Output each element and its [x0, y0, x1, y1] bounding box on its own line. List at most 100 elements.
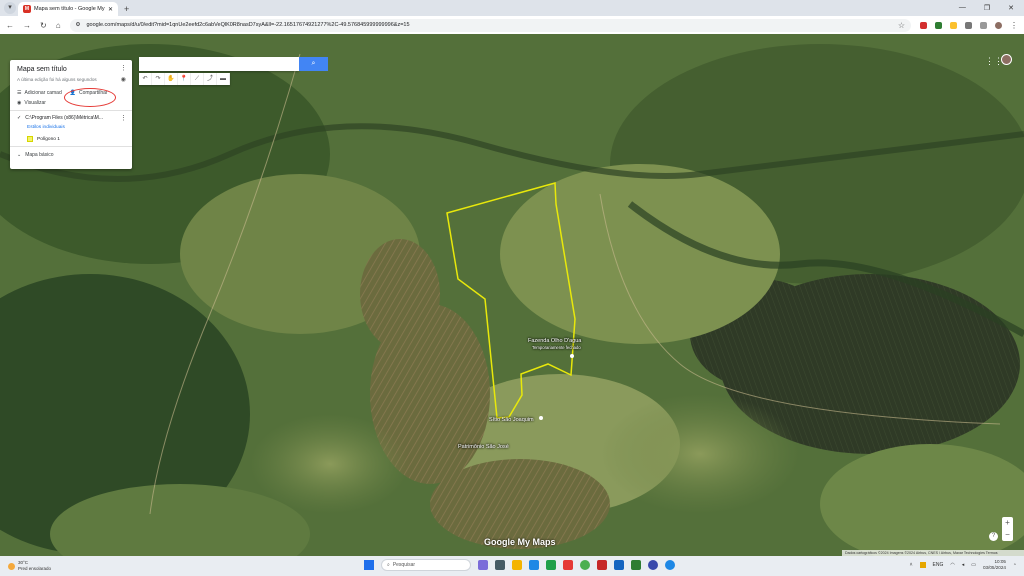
- close-tab-icon[interactable]: ✕: [108, 6, 113, 13]
- search-button[interactable]: ⌕: [299, 57, 328, 71]
- windows-start-icon[interactable]: [364, 560, 374, 570]
- place-pin-icon[interactable]: [570, 354, 574, 358]
- spotify-icon[interactable]: [546, 560, 556, 570]
- map-label-patrimonio[interactable]: Patrimônio São José: [458, 444, 509, 450]
- reload-icon[interactable]: ↻: [40, 21, 47, 30]
- individual-styles-link[interactable]: Estilos individuais: [27, 125, 125, 130]
- extension-yellow-icon[interactable]: [950, 21, 957, 29]
- layer-options-kebab-icon[interactable]: ⋮: [120, 114, 127, 122]
- weather-condition: Pred ensolarado: [18, 566, 52, 571]
- show-hidden-icon[interactable]: ˄: [910, 562, 913, 568]
- map-label-fazenda-status: Temporariamente fechado: [532, 345, 581, 350]
- draw-line-icon[interactable]: ⟋: [191, 73, 204, 85]
- clock[interactable]: 10:05 03/05/2024: [983, 559, 1006, 571]
- divider: [10, 110, 132, 111]
- map-imagery: [0, 34, 1024, 556]
- window-controls: — ❐ ✕: [959, 4, 1024, 16]
- copilot-icon[interactable]: [478, 560, 488, 570]
- url-text: google.com/maps/d/u/0/edit?mid=1qnUe2eef…: [86, 22, 410, 28]
- chevron-down-icon: ⌄: [17, 152, 22, 158]
- close-window-icon[interactable]: ✕: [1008, 4, 1014, 12]
- satellite-map[interactable]: [0, 34, 1024, 556]
- layers-icon: ☰: [17, 90, 22, 96]
- extension-puzzle-icon[interactable]: [965, 21, 972, 29]
- map-legend-panel: ⋮ Mapa sem título A última edição foi há…: [10, 60, 132, 169]
- map-options-kebab-icon[interactable]: ⋮: [120, 64, 127, 72]
- weather-widget[interactable]: 30°C Pred ensolarado: [0, 560, 51, 572]
- profile-avatar-icon[interactable]: [995, 21, 1002, 29]
- minimize-icon[interactable]: —: [959, 4, 966, 12]
- zoom-in-button[interactable]: +: [1002, 517, 1013, 529]
- windows-taskbar: 30°C Pred ensolarado ⌕ Pesquisar ˄ ENG ◠ ◂…: [0, 556, 1024, 576]
- highlight-circle: [64, 88, 116, 107]
- checkbox-checked-icon[interactable]: ✓: [17, 115, 21, 121]
- undo-icon[interactable]: ↶: [139, 73, 152, 85]
- word-icon[interactable]: [614, 560, 624, 570]
- search-icon: ⌕: [387, 562, 390, 568]
- marker-icon[interactable]: 📍: [178, 73, 191, 85]
- chrome-icon[interactable]: [580, 560, 590, 570]
- browser-toolbar: ← → ↻ ⌂ ⚙ google.com/maps/d/u/0/edit?mid…: [0, 16, 1024, 34]
- bookmark-star-icon[interactable]: ☆: [898, 21, 905, 30]
- polygon-item[interactable]: Polígono 1: [27, 136, 125, 142]
- notifications-icon[interactable]: ◔: [1013, 562, 1016, 568]
- task-view-icon[interactable]: [495, 560, 505, 570]
- zoom-controls: + −: [1002, 517, 1013, 541]
- new-tab-icon[interactable]: +: [124, 4, 129, 14]
- map-toolbar: ↶ ↷ ✋ 📍 ⟋ ⤴ ▬: [139, 73, 230, 85]
- tab-search-icon[interactable]: ▾: [4, 2, 16, 14]
- wifi-icon[interactable]: ◠: [950, 562, 954, 568]
- extension-green-icon[interactable]: [935, 21, 942, 29]
- battery-icon[interactable]: ▭: [971, 562, 976, 568]
- extension-red-icon[interactable]: [920, 21, 927, 29]
- app-blue-icon[interactable]: [665, 560, 675, 570]
- eye-icon[interactable]: ◉: [121, 76, 126, 83]
- hand-icon[interactable]: ✋: [165, 73, 178, 85]
- map-title[interactable]: Mapa sem título: [17, 66, 125, 73]
- search-icon: ⌕: [311, 60, 316, 67]
- extensions: ⋮: [920, 21, 1018, 30]
- tab-title: Mapa sem título - Google My M: [34, 6, 105, 12]
- divider: [10, 146, 132, 147]
- excel-icon[interactable]: [631, 560, 641, 570]
- maximize-icon[interactable]: ❐: [984, 4, 990, 12]
- globe-icon[interactable]: [648, 560, 658, 570]
- forward-icon[interactable]: →: [23, 21, 31, 30]
- site-info-icon[interactable]: ⚙: [76, 22, 81, 28]
- app-red-icon[interactable]: [563, 560, 573, 570]
- system-tray: ˄ ENG ◠ ◂ ▭ 10:05 03/05/2024 ◔: [910, 559, 1016, 571]
- account-avatar[interactable]: [1001, 54, 1012, 65]
- eye-icon: ◉: [17, 100, 22, 106]
- base-map-toggle[interactable]: ⌄ Mapa básico: [17, 152, 125, 158]
- menu-kebab-icon[interactable]: ⋮: [1010, 21, 1018, 30]
- directions-icon[interactable]: ⤴: [204, 73, 217, 85]
- language-indicator[interactable]: ENG: [933, 562, 944, 568]
- layer-row[interactable]: ✓ C:\Program Files (x86)\Métrica\M... ⋮: [17, 114, 127, 122]
- place-pin-icon[interactable]: [539, 416, 543, 420]
- browser-tab[interactable]: M Mapa sem título - Google My M ✕: [18, 2, 118, 16]
- address-bar[interactable]: ⚙ google.com/maps/d/u/0/edit?mid=1qnUe2e…: [69, 18, 911, 32]
- calculator-icon[interactable]: [529, 560, 539, 570]
- layer-name[interactable]: C:\Program Files (x86)\Métrica\M...: [25, 115, 103, 121]
- volume-icon[interactable]: ◂: [962, 562, 965, 568]
- map-label-sitio[interactable]: Sítio São Joaquim: [489, 417, 534, 423]
- add-layer-button[interactable]: ☰ Adicionar camad: [17, 90, 62, 96]
- back-icon[interactable]: ←: [6, 21, 14, 30]
- file-explorer-icon[interactable]: [512, 560, 522, 570]
- taskbar-search[interactable]: ⌕ Pesquisar: [381, 559, 471, 571]
- ruler-icon[interactable]: ▬: [217, 73, 230, 85]
- app-icon[interactable]: [597, 560, 607, 570]
- last-edit-status: A última edição foi há alguns segundos: [17, 77, 97, 82]
- tray-app-icon[interactable]: [919, 562, 926, 568]
- polygon-swatch-icon[interactable]: [27, 136, 33, 142]
- zoom-out-button[interactable]: −: [1002, 529, 1013, 541]
- pegman-icon[interactable]: ?: [989, 532, 998, 541]
- my-maps-favicon: M: [23, 5, 31, 13]
- map-search-input[interactable]: [139, 57, 299, 71]
- side-panel-icon[interactable]: [980, 21, 987, 29]
- home-icon[interactable]: ⌂: [56, 21, 61, 30]
- google-my-maps-logo: Google My Maps: [484, 537, 556, 547]
- sun-icon: [8, 562, 15, 570]
- redo-icon[interactable]: ↷: [152, 73, 165, 85]
- map-label-fazenda[interactable]: Fazenda Olho D'agua: [528, 338, 581, 344]
